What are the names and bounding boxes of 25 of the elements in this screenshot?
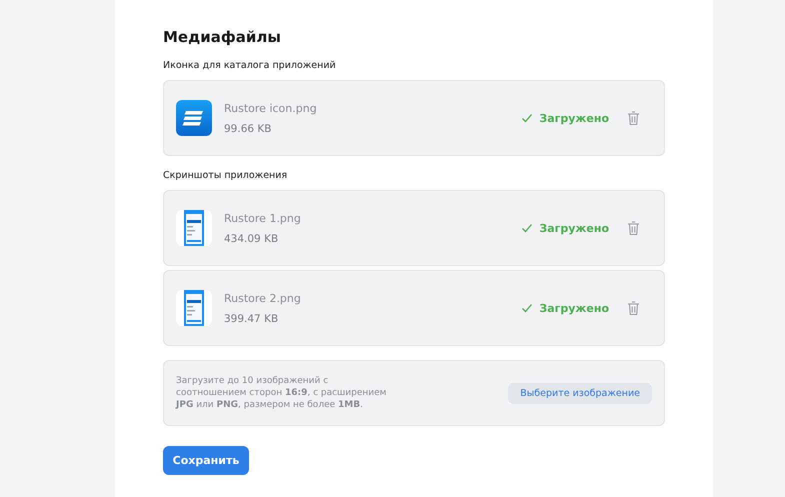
trash-icon	[627, 220, 640, 236]
delete-button[interactable]	[627, 220, 640, 236]
upload-hint: Загрузите до 10 изображений с соотношением сторон 16:9, с расширением JPG или PNG, размером не более 1MB.	[176, 374, 388, 412]
field-label: Скриншоты приложения	[163, 170, 288, 181]
delete-button[interactable]	[627, 300, 640, 316]
check-icon	[521, 222, 534, 234]
file-size: 99.66 KB	[224, 122, 272, 134]
upload-status: Загружено	[539, 112, 609, 124]
check-icon	[521, 302, 534, 314]
file-size: 434.09 KB	[224, 232, 280, 244]
section-title: Медиафайлы	[163, 28, 282, 46]
save-button[interactable]: Сохранить	[163, 446, 249, 475]
trash-icon	[627, 110, 640, 126]
check-icon	[521, 112, 534, 124]
file-size: 399.47 KB	[224, 312, 280, 324]
upload-status: Загружено	[539, 302, 609, 314]
delete-button[interactable]	[627, 110, 640, 126]
upload-status: Загружено	[539, 222, 609, 234]
trash-icon	[627, 300, 640, 316]
file-name: Rustore 1.png	[224, 212, 302, 224]
choose-image-button[interactable]: Выберите изображение	[508, 382, 652, 404]
app-logo-icon	[176, 100, 212, 136]
file-name: Rustore icon.png	[224, 102, 318, 114]
file-name: Rustore 2.png	[224, 292, 302, 304]
field-label: Иконка для каталога приложений	[163, 60, 337, 71]
